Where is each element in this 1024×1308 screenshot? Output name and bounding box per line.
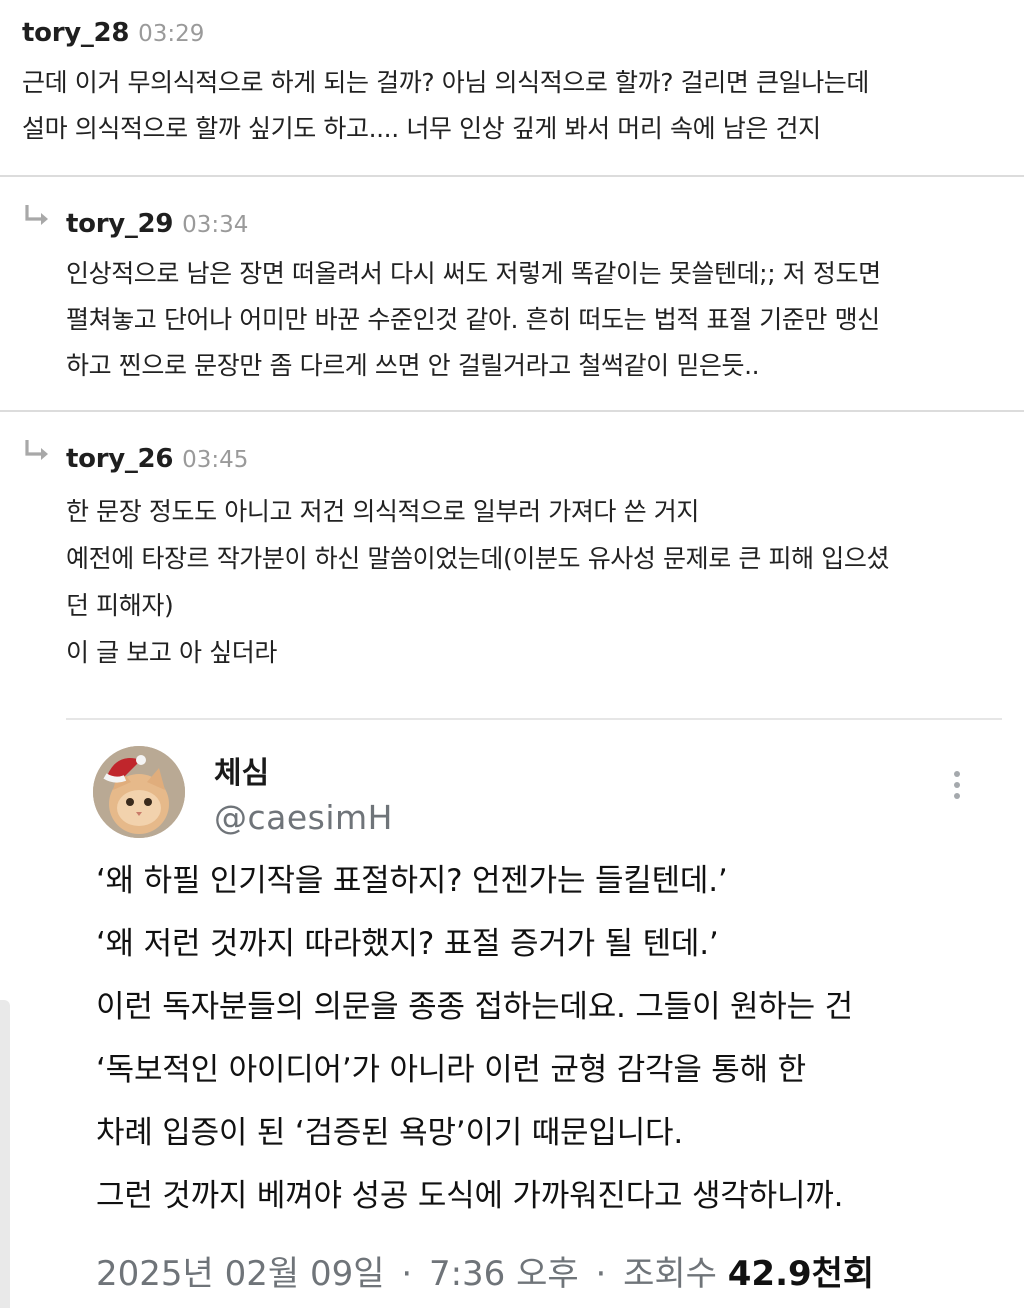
comment-header: tory_29 03:34 bbox=[66, 209, 248, 239]
comment-tory-28: tory_28 03:29 근데 이거 무의식적으로 하게 되는 걸까? 아님 … bbox=[0, 0, 1024, 176]
comment-author[interactable]: tory_29 bbox=[66, 209, 173, 239]
comment-author[interactable]: tory_26 bbox=[66, 444, 173, 474]
comment-tory-26: tory_26 03:45 한 문장 정도도 아니고 저건 의식적으로 일부러 … bbox=[0, 412, 1024, 1308]
reply-arrow-icon bbox=[22, 438, 52, 464]
tweet-body: ‘왜 하필 인기작을 표절하지? 언젠가는 들킬텐데.’ ‘왜 저런 것까지 따… bbox=[96, 850, 853, 1228]
tweet-author-handle[interactable]: @caesimH bbox=[214, 798, 393, 837]
tweet-views-count: 42.9천회 bbox=[727, 1254, 875, 1294]
meta-separator: · bbox=[595, 1254, 607, 1294]
comment-text-line: 하고 찐으로 문장만 좀 다르게 쓰면 안 걸릴거라고 철썩같이 믿은듯.. bbox=[66, 351, 760, 380]
comment-text-line: 설마 의식적으로 할까 싶기도 하고.... 너무 인상 깊게 봐서 머리 속에… bbox=[22, 114, 821, 143]
comment-timestamp: 03:29 bbox=[138, 21, 205, 47]
tweet-author-name[interactable]: 체심 bbox=[214, 748, 269, 792]
comment-text: 근데 이거 무의식적으로 하게 되는 걸까? 아님 의식적으로 할까? 걸리면 … bbox=[22, 60, 869, 152]
comment-text-line: 근데 이거 무의식적으로 하게 되는 걸까? 아님 의식적으로 할까? 걸리면 … bbox=[22, 68, 870, 97]
comment-timestamp: 03:34 bbox=[182, 212, 249, 238]
tweet-divider bbox=[66, 718, 1002, 720]
cat-with-santa-hat-avatar[interactable] bbox=[93, 746, 185, 838]
tweet-views-label: 조회수 bbox=[623, 1254, 717, 1294]
comment-text-line: 던 피해자) bbox=[66, 591, 174, 620]
tweet-time[interactable]: 7:36 오후 bbox=[429, 1254, 579, 1294]
comment-text-line: 펼쳐놓고 단어나 어미만 바꾼 수준인것 같아. 흔히 떠도는 법적 표절 기준… bbox=[66, 305, 880, 334]
tweet-body-line: ‘왜 저런 것까지 따라했지? 표절 증거가 될 텐데.’ bbox=[96, 926, 719, 962]
scrollbar-track[interactable] bbox=[0, 1000, 10, 1308]
comment-header: tory_28 03:29 bbox=[22, 18, 204, 48]
comment-author[interactable]: tory_28 bbox=[22, 18, 129, 48]
tweet-body-line: 차례 입증이 된 ‘검증된 욕망’이기 때문입니다. bbox=[96, 1115, 683, 1151]
comment-timestamp: 03:45 bbox=[182, 447, 249, 473]
embedded-tweet-image[interactable]: 체심 @caesimH ‘왜 하필 인기작을 표절하지? 언젠가는 들킬텐데.’… bbox=[66, 718, 1002, 1308]
comment-text-line: 한 문장 정도도 아니고 저건 의식적으로 일부러 가져다 쓴 거지 bbox=[66, 497, 699, 526]
tweet-body-line: 그런 것까지 베껴야 성공 도식에 가까워진다고 생각하니까. bbox=[96, 1178, 844, 1214]
meta-separator: · bbox=[401, 1254, 413, 1294]
more-vertical-icon[interactable] bbox=[942, 768, 972, 808]
comment-text-line: 이 글 보고 아 싶더라 bbox=[66, 638, 277, 667]
tweet-body-line: 이런 독자분들의 의문을 종종 접하는데요. 그들이 원하는 건 bbox=[96, 989, 853, 1025]
tweet-body-line: ‘왜 하필 인기작을 표절하지? 언젠가는 들킬텐데.’ bbox=[96, 863, 728, 899]
comment-header: tory_26 03:45 bbox=[66, 444, 248, 474]
comment-text: 한 문장 정도도 아니고 저건 의식적으로 일부러 가져다 쓴 거지 예전에 타… bbox=[66, 488, 889, 676]
comment-text-line: 인상적으로 남은 장면 떠올려서 다시 써도 저렇게 똑같이는 못쓸텐데;; 저… bbox=[66, 259, 881, 288]
comment-text-line: 예전에 타장르 작가분이 하신 말씀이었는데(이분도 유사성 문제로 큰 피해 … bbox=[66, 544, 890, 573]
tweet-date[interactable]: 2025년 02월 09일 bbox=[96, 1254, 385, 1294]
comment-text: 인상적으로 남은 장면 떠올려서 다시 써도 저렇게 똑같이는 못쓸텐데;; 저… bbox=[66, 251, 881, 389]
tweet-meta: 2025년 02월 09일 · 7:36 오후 · 조회수 42.9천회 bbox=[96, 1246, 874, 1295]
reply-arrow-icon bbox=[22, 203, 52, 229]
tweet-body-line: ‘독보적인 아이디어’가 아니라 이런 균형 감각을 통해 한 bbox=[96, 1052, 806, 1088]
comment-tory-29: tory_29 03:34 인상적으로 남은 장면 떠올려서 다시 써도 저렇게… bbox=[0, 177, 1024, 411]
